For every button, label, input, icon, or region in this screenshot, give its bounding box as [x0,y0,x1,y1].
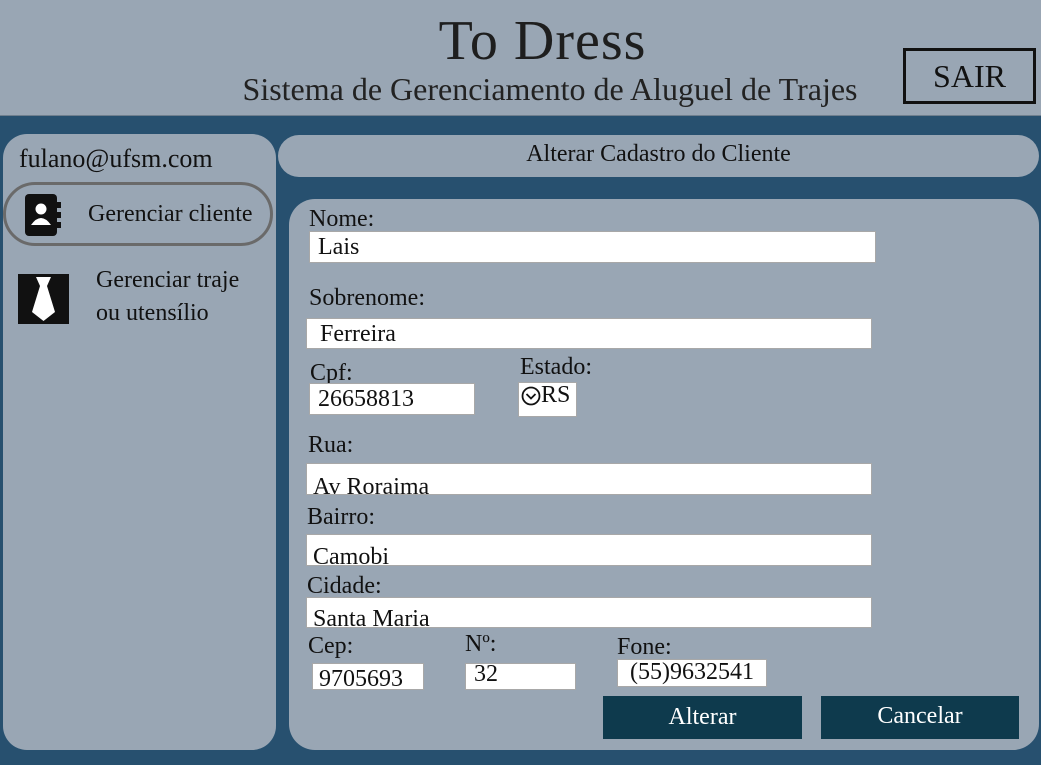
estado-label: Estado: [520,354,592,380]
sobrenome-field[interactable]: Ferreira [306,318,872,349]
sobrenome-label: Sobrenome: [309,285,425,311]
cep-field[interactable]: 9705693 [312,663,424,690]
estado-select[interactable]: RS [518,382,577,417]
alterar-button[interactable]: Alterar [603,696,802,739]
sidebar-item-label-line2: ou utensílio [96,300,209,326]
sidebar-item-gerenciar-cliente[interactable]: Gerenciar cliente [3,182,273,246]
sidebar-item-label-line1: Gerenciar traje [96,267,240,293]
fone-label: Fone: [617,634,672,660]
rua-label: Rua: [308,432,354,458]
chevron-down-icon [521,386,541,411]
sidebar-item-label: Gerenciar cliente [88,201,253,227]
numero-label: Nº: [465,631,497,657]
cidade-field[interactable]: Santa Maria [306,597,872,628]
estado-value: RS [541,382,571,408]
cancelar-button[interactable]: Cancelar [821,696,1019,739]
fone-field[interactable]: (55)9632541 [617,659,767,687]
numero-field[interactable]: 32 [465,663,576,690]
app-title: To Dress [438,10,647,72]
logout-button[interactable]: SAIR [903,48,1036,104]
rua-field[interactable]: Av Roraima [306,463,872,495]
contacts-book-icon [22,193,62,242]
bairro-label: Bairro: [307,504,375,530]
app-subtitle: Sistema de Gerenciamento de Aluguel de T… [242,71,858,107]
sidebar-item-gerenciar-traje[interactable]: Gerenciar traje ou utensílio [3,262,273,332]
sidebar: fulano@ufsm.com Gerenciar cliente Gerenc… [3,134,276,750]
nome-field[interactable]: Lais [309,231,876,263]
cpf-field[interactable]: 26658813 [309,383,475,415]
client-form: Nome: Lais Sobrenome: Ferreira Cpf: 2665… [289,199,1039,750]
cep-label: Cep: [308,633,354,659]
page-title: Alterar Cadastro do Cliente [278,135,1039,177]
app-header: To Dress Sistema de Gerenciamento de Alu… [0,0,1041,116]
bairro-field[interactable]: Camobi [306,534,872,566]
cidade-label: Cidade: [307,573,382,599]
necktie-icon [18,274,69,329]
nome-label: Nome: [309,206,375,232]
user-email: fulano@ufsm.com [19,144,213,173]
